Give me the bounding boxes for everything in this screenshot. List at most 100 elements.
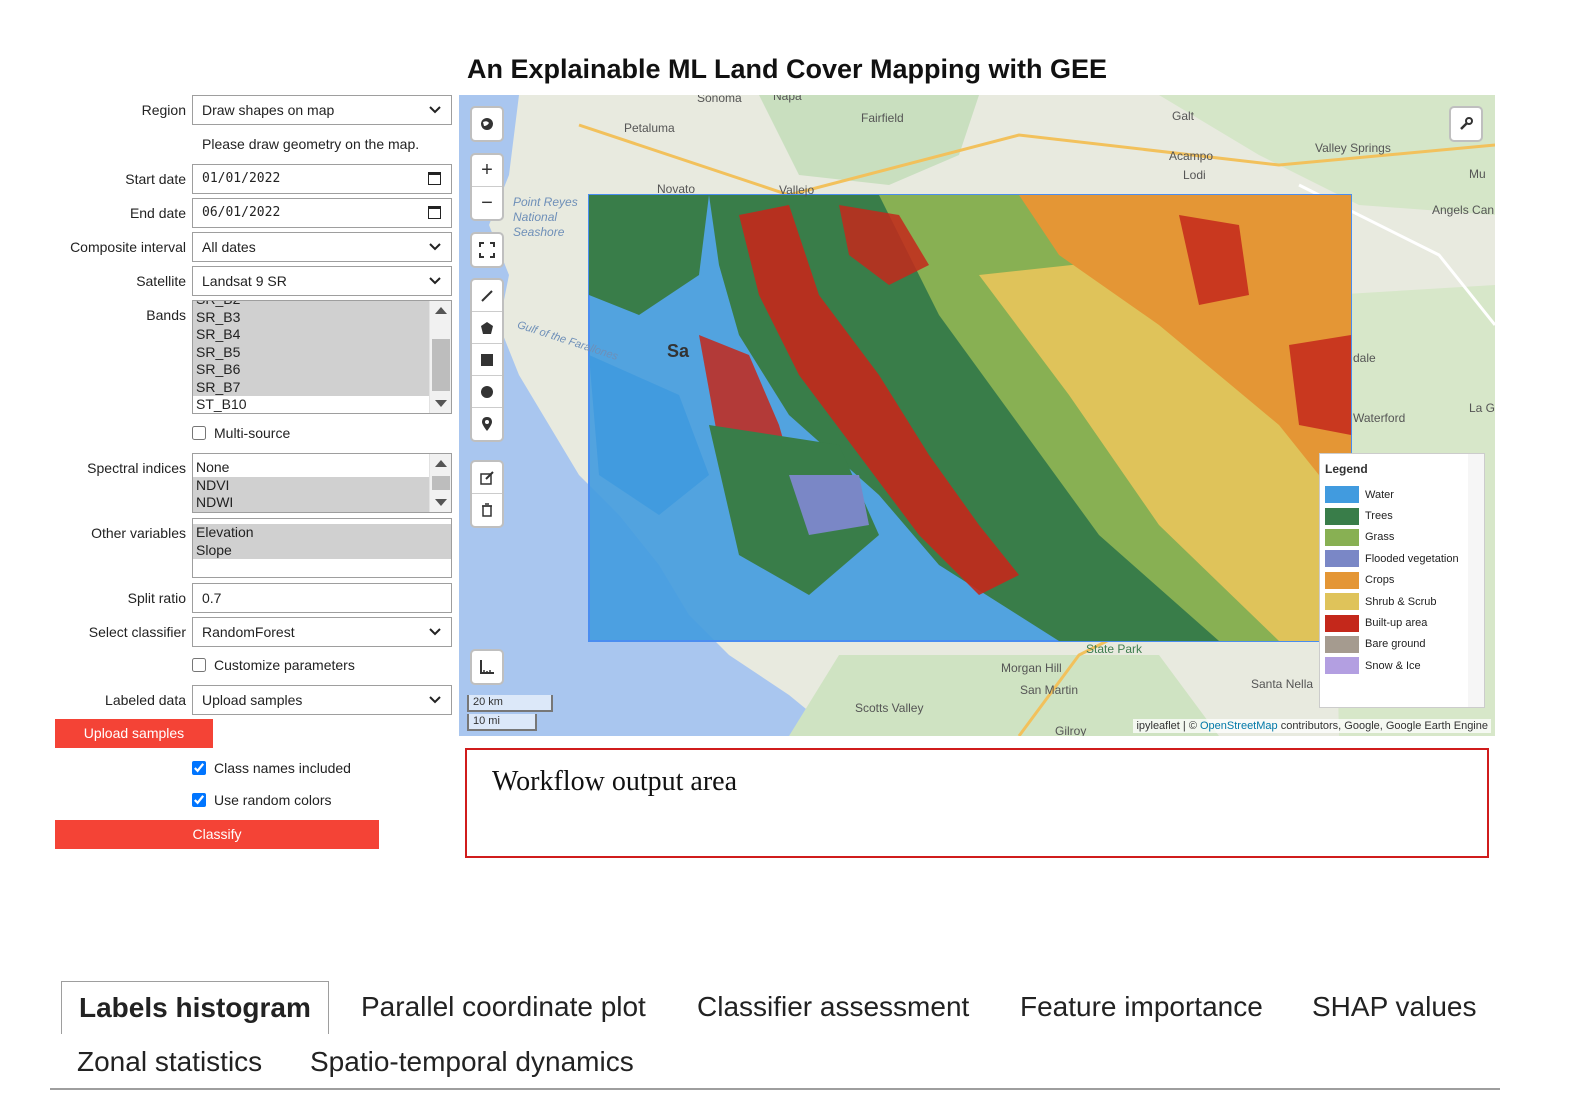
random-colors-check[interactable] bbox=[192, 793, 206, 807]
index-option[interactable]: None bbox=[193, 459, 429, 477]
upload-samples-button[interactable]: Upload samples bbox=[55, 719, 213, 748]
polygon-icon[interactable] bbox=[472, 312, 502, 344]
map-place-label: Petaluma bbox=[624, 121, 675, 135]
composite-select[interactable]: All dates bbox=[192, 232, 452, 262]
tab-feature-importance[interactable]: Feature importance bbox=[1020, 991, 1263, 1023]
region-select[interactable]: Draw shapes on map bbox=[192, 95, 452, 125]
scroll-thumb[interactable] bbox=[432, 339, 450, 391]
map-place-label: Lodi bbox=[1183, 168, 1206, 182]
band-option[interactable]: SR_B7 bbox=[193, 378, 429, 396]
spectral-indices-label: Spectral indices bbox=[87, 460, 186, 476]
scroll-down-icon[interactable] bbox=[435, 400, 447, 407]
globe-icon[interactable] bbox=[472, 108, 502, 140]
band-option[interactable]: SR_B4 bbox=[193, 326, 429, 344]
variable-option[interactable]: Elevation bbox=[193, 524, 451, 542]
index-option[interactable]: NDVI bbox=[193, 476, 429, 494]
ruler-icon[interactable] bbox=[472, 651, 502, 683]
measure-control[interactable] bbox=[470, 649, 504, 685]
map-place-label: dale bbox=[1353, 351, 1376, 365]
spectral-indices-multiselect[interactable]: None NDVI NDWI bbox=[192, 453, 452, 513]
customize-label: Customize parameters bbox=[214, 657, 355, 673]
legend-scrollbar[interactable] bbox=[1468, 454, 1484, 707]
tab-labels-histogram[interactable]: Labels histogram bbox=[61, 981, 329, 1034]
bands-scrollbar[interactable] bbox=[429, 301, 451, 413]
tab-bar-divider bbox=[50, 1088, 1500, 1090]
split-ratio-input[interactable]: 0.7 bbox=[192, 583, 452, 613]
legend-swatch bbox=[1325, 528, 1359, 546]
circle-icon[interactable] bbox=[472, 376, 502, 408]
tab-shap-values[interactable]: SHAP values bbox=[1312, 991, 1476, 1023]
region-value: Draw shapes on map bbox=[202, 102, 335, 118]
band-option[interactable]: SR_B3 bbox=[193, 308, 429, 326]
multi-source-checkbox[interactable]: Multi-source bbox=[192, 425, 290, 441]
region-note: Please draw geometry on the map. bbox=[202, 136, 420, 152]
wrench-icon[interactable] bbox=[1451, 108, 1481, 140]
class-names-checkbox[interactable]: Class names included bbox=[192, 760, 351, 776]
start-date-label: Start date bbox=[125, 171, 186, 187]
band-option[interactable]: SR_B6 bbox=[193, 361, 429, 379]
scroll-thumb[interactable] bbox=[432, 476, 450, 490]
indices-scrollbar[interactable] bbox=[429, 454, 451, 512]
map-place-label: Waterford bbox=[1353, 411, 1406, 425]
openstreetmap-link[interactable]: OpenStreetMap bbox=[1200, 720, 1278, 732]
polyline-icon[interactable] bbox=[472, 280, 502, 312]
attribution-prefix: ipyleaflet | © bbox=[1136, 720, 1200, 732]
composite-label: Composite interval bbox=[70, 239, 186, 255]
fullscreen-icon[interactable] bbox=[472, 234, 502, 266]
index-option[interactable]: NDWI bbox=[193, 494, 429, 512]
end-date-input[interactable]: 06/01/2022 bbox=[192, 198, 452, 228]
tab-classifier-assessment[interactable]: Classifier assessment bbox=[697, 991, 969, 1023]
end-date-label: End date bbox=[129, 205, 186, 221]
class-names-check[interactable] bbox=[192, 761, 206, 775]
other-variables-multiselect[interactable]: Elevation Slope bbox=[192, 518, 452, 578]
band-option[interactable]: ST_B10 bbox=[193, 396, 429, 413]
classifier-select[interactable]: RandomForest bbox=[192, 617, 452, 647]
map-view[interactable]: Sonoma Napa Petaluma Fairfield Galt Acam… bbox=[459, 95, 1495, 736]
start-date-value: 01/01/2022 bbox=[202, 171, 281, 186]
customize-parameters-checkbox[interactable]: Customize parameters bbox=[192, 657, 355, 673]
classifier-label: Select classifier bbox=[88, 624, 186, 640]
map-place-label: Mu bbox=[1469, 167, 1486, 181]
tab-parallel-coordinate-plot[interactable]: Parallel coordinate plot bbox=[361, 991, 646, 1023]
customize-check[interactable] bbox=[192, 658, 206, 672]
tab-zonal-statistics[interactable]: Zonal statistics bbox=[77, 1046, 262, 1078]
toolbar-control[interactable] bbox=[1449, 106, 1483, 142]
class-names-label: Class names included bbox=[214, 760, 351, 776]
band-option[interactable]: SR_B2 bbox=[193, 301, 429, 309]
bands-multiselect[interactable]: SR_B2 SR_B3 SR_B4 SR_B5 SR_B6 SR_B7 ST_B… bbox=[192, 300, 452, 414]
legend-item: Flooded vegetation bbox=[1325, 548, 1479, 569]
layers-control[interactable] bbox=[470, 106, 504, 142]
marker-icon[interactable] bbox=[472, 408, 502, 440]
zoom-out-icon[interactable]: − bbox=[472, 187, 502, 219]
variable-option[interactable]: Slope bbox=[193, 541, 451, 559]
start-date-input[interactable]: 01/01/2022 bbox=[192, 164, 452, 194]
calendar-icon[interactable] bbox=[428, 206, 441, 219]
zoom-control[interactable]: + − bbox=[470, 153, 504, 221]
edit-toolbar[interactable] bbox=[470, 460, 504, 528]
scroll-up-icon[interactable] bbox=[435, 460, 447, 467]
trash-icon[interactable] bbox=[472, 494, 502, 526]
multi-source-check[interactable] bbox=[192, 426, 206, 440]
tab-spatio-temporal-dynamics[interactable]: Spatio-temporal dynamics bbox=[310, 1046, 634, 1078]
calendar-icon[interactable] bbox=[428, 172, 441, 185]
classify-button[interactable]: Classify bbox=[55, 820, 379, 849]
map-place-label: Scotts Valley bbox=[855, 701, 924, 715]
rectangle-icon[interactable] bbox=[472, 344, 502, 376]
split-ratio-value: 0.7 bbox=[202, 590, 222, 606]
edit-icon[interactable] bbox=[472, 462, 502, 494]
map-place-label: Valley Springs bbox=[1315, 141, 1391, 155]
other-variables-label: Other variables bbox=[91, 525, 186, 541]
labeled-data-value: Upload samples bbox=[202, 692, 303, 708]
draw-toolbar[interactable] bbox=[470, 278, 504, 442]
zoom-in-icon[interactable]: + bbox=[472, 155, 502, 187]
fullscreen-control[interactable] bbox=[470, 232, 504, 268]
map-place-label: San Martin bbox=[1020, 683, 1079, 697]
legend-panel[interactable]: Legend Water Trees Grass Flooded vegetat… bbox=[1319, 453, 1485, 708]
scroll-down-icon[interactable] bbox=[435, 499, 447, 506]
band-option[interactable]: SR_B5 bbox=[193, 343, 429, 361]
output-text: Workflow output area bbox=[492, 766, 737, 797]
satellite-select[interactable]: Landsat 9 SR bbox=[192, 266, 452, 296]
scroll-up-icon[interactable] bbox=[435, 307, 447, 314]
labeled-data-select[interactable]: Upload samples bbox=[192, 685, 452, 715]
random-colors-checkbox[interactable]: Use random colors bbox=[192, 792, 332, 808]
